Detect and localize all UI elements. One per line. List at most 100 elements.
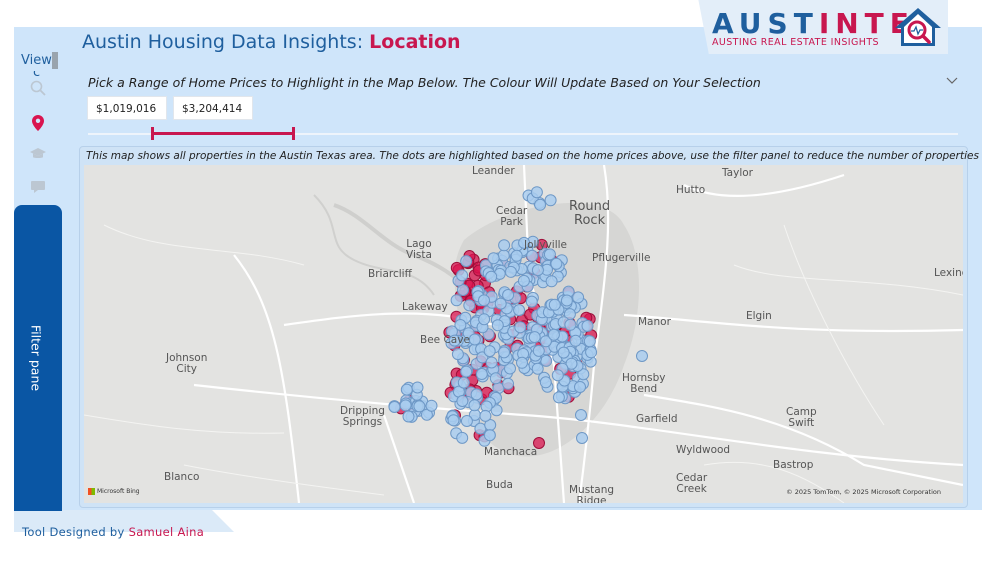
- chat-icon[interactable]: [30, 178, 46, 194]
- property-dot[interactable]: [502, 377, 514, 390]
- property-dot[interactable]: [540, 354, 553, 367]
- property-dot[interactable]: [497, 249, 510, 262]
- property-dot[interactable]: [478, 294, 490, 307]
- property-dot[interactable]: [539, 376, 552, 389]
- property-dot[interactable]: [498, 239, 511, 252]
- property-dot[interactable]: [460, 415, 473, 427]
- property-dot[interactable]: [451, 348, 464, 361]
- property-dot[interactable]: [544, 194, 557, 207]
- property-dot[interactable]: [411, 381, 424, 394]
- place-label: Round Rock: [569, 199, 611, 228]
- property-dot[interactable]: [576, 432, 588, 444]
- place-label: Bastrop: [773, 459, 814, 471]
- property-dot[interactable]: [489, 372, 502, 385]
- property-dot[interactable]: [456, 269, 469, 282]
- property-dot[interactable]: [513, 304, 526, 317]
- property-dot[interactable]: [548, 298, 561, 311]
- property-dot[interactable]: [485, 270, 498, 283]
- property-dot[interactable]: [447, 414, 460, 427]
- place-label: Briarcliff: [368, 268, 412, 280]
- property-dot[interactable]: [413, 400, 426, 413]
- property-dot[interactable]: [516, 356, 528, 369]
- property-dot[interactable]: [530, 186, 543, 199]
- property-dot[interactable]: [400, 383, 413, 396]
- property-dot[interactable]: [388, 401, 401, 413]
- place-label: Wyldwood: [676, 444, 731, 456]
- property-dot[interactable]: [531, 264, 544, 277]
- place-label: Taylor: [722, 167, 753, 179]
- property-dot[interactable]: [457, 376, 470, 389]
- place-label: Garfield: [636, 413, 678, 425]
- property-dot[interactable]: [575, 409, 587, 421]
- min-price-input[interactable]: $1,019,016: [87, 96, 167, 120]
- property-dot[interactable]: [479, 409, 492, 422]
- price-slider-min-handle[interactable]: [151, 127, 154, 140]
- property-dot[interactable]: [528, 331, 541, 344]
- designer-credit: Tool Designed by Samuel Aina: [22, 525, 205, 539]
- place-label: Camp Swift: [786, 406, 817, 429]
- place-label: Jollyville: [524, 239, 567, 251]
- filter-pane-label: Filter pane: [28, 324, 44, 392]
- property-dot[interactable]: [534, 198, 547, 211]
- property-dot[interactable]: [514, 321, 527, 334]
- property-dot[interactable]: [491, 319, 504, 332]
- property-dot[interactable]: [636, 350, 648, 362]
- property-dot[interactable]: [551, 369, 564, 382]
- chevron-down-icon[interactable]: [944, 72, 960, 88]
- property-dot[interactable]: [487, 252, 500, 265]
- property-dot[interactable]: [425, 399, 438, 412]
- property-dot[interactable]: [552, 391, 565, 404]
- property-dot[interactable]: [557, 346, 570, 359]
- nav-scrollbar-thumb[interactable]: [52, 52, 58, 69]
- property-dot[interactable]: [525, 295, 538, 308]
- location-pin-icon[interactable]: [30, 115, 46, 131]
- property-dot[interactable]: [463, 299, 476, 312]
- property-dot[interactable]: [545, 275, 558, 288]
- property-dot[interactable]: [560, 294, 573, 307]
- graduation-cap-icon[interactable]: [30, 146, 46, 162]
- place-label: Lago Vista: [406, 238, 432, 261]
- place-label: Cedar Park: [496, 205, 528, 228]
- property-dot[interactable]: [564, 318, 577, 331]
- property-dot[interactable]: [494, 297, 507, 310]
- house-magnifier-icon: [895, 8, 941, 46]
- property-map[interactable]: Leander Hutto Taylor Cedar Park Round Ro…: [84, 165, 963, 503]
- property-dot[interactable]: [460, 365, 473, 378]
- property-dot[interactable]: [456, 395, 469, 407]
- property-dot[interactable]: [574, 381, 586, 393]
- property-dot[interactable]: [399, 399, 412, 412]
- property-dot[interactable]: [402, 410, 415, 423]
- property-dot[interactable]: [583, 335, 596, 348]
- property-dot[interactable]: [478, 313, 491, 326]
- property-dot[interactable]: [483, 429, 496, 442]
- place-label: Leander: [472, 165, 515, 177]
- property-dot[interactable]: [456, 431, 469, 444]
- map-provider-logo: Microsoft Bing: [88, 488, 140, 495]
- property-dot[interactable]: [468, 399, 481, 412]
- place-label: Manor: [638, 316, 671, 328]
- search-icon[interactable]: [30, 80, 46, 96]
- property-dot[interactable]: [460, 255, 473, 268]
- designer-name: Samuel Aina: [128, 525, 205, 539]
- property-dot[interactable]: [517, 274, 530, 287]
- property-dot[interactable]: [510, 249, 523, 262]
- place-label: Dripping Springs: [340, 405, 385, 428]
- max-price-input[interactable]: $3,204,414: [173, 96, 253, 120]
- property-dot[interactable]: [485, 356, 498, 369]
- property-dot[interactable]: [468, 333, 481, 346]
- price-slider-max-handle[interactable]: [292, 127, 295, 140]
- property-dot[interactable]: [483, 345, 496, 358]
- property-dot[interactable]: [498, 346, 510, 359]
- property-dot[interactable]: [550, 257, 563, 270]
- map-caption: This map shows all properties in the Aus…: [86, 150, 979, 162]
- property-dot[interactable]: [569, 334, 582, 347]
- property-dot[interactable]: [475, 368, 488, 380]
- property-dot[interactable]: [581, 319, 594, 332]
- property-dot[interactable]: [504, 265, 517, 278]
- property-dot[interactable]: [526, 249, 539, 262]
- page-title: Austin Housing Data Insights: Location: [82, 31, 461, 53]
- property-dot[interactable]: [585, 346, 598, 359]
- property-dot[interactable]: [532, 344, 545, 357]
- property-dot[interactable]: [547, 328, 560, 341]
- property-dot[interactable]: [450, 294, 463, 307]
